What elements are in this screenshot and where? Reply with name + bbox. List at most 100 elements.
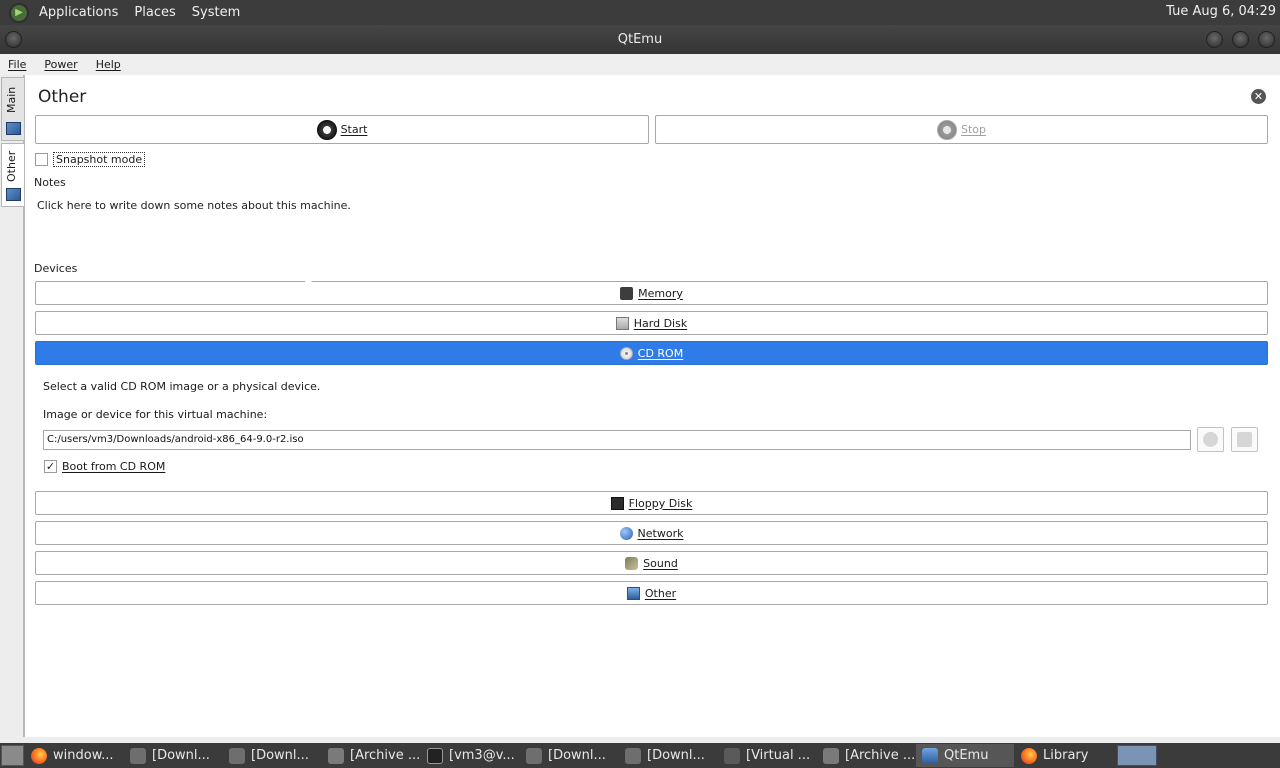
taskbar-item-label: Library <box>1043 748 1089 763</box>
start-label: Start <box>340 123 368 136</box>
places-menu[interactable]: Places <box>134 5 175 20</box>
stop-label: Stop <box>960 123 986 136</box>
system-menu[interactable]: System <box>192 5 240 20</box>
taskbar-item-label: [Downl... <box>251 748 309 763</box>
device-sound-button[interactable]: Sound <box>35 551 1268 575</box>
taskbar-item[interactable]: [Downl... <box>520 744 618 767</box>
taskbar: window... [Downl... [Downl... [Archive .… <box>0 743 1280 768</box>
workspace-switcher[interactable] <box>1117 745 1157 766</box>
tab-main-label: Main <box>5 86 18 114</box>
vm-icon <box>6 122 21 135</box>
qtemu-icon <box>922 747 938 764</box>
minimize-icon[interactable] <box>1206 31 1223 48</box>
close-window-icon[interactable] <box>1258 31 1275 48</box>
taskbar-item-label: [Downl... <box>647 748 705 763</box>
device-floppy-button[interactable]: Floppy Disk <box>35 491 1268 515</box>
taskbar-item-active[interactable]: QtEmu <box>916 744 1014 767</box>
boot-from-cd-checkbox[interactable]: ✓ Boot from CD ROM <box>44 460 165 473</box>
virtualbox-icon <box>724 747 740 764</box>
other-device-icon <box>626 586 640 600</box>
taskbar-item-label: [Archive ... <box>845 748 915 763</box>
snapshot-checkbox-box[interactable] <box>35 153 48 166</box>
cd-rom-info-text: Select a valid CD ROM image or a physica… <box>43 380 321 393</box>
menubar: File Power Help <box>0 54 1280 75</box>
taskbar-item[interactable]: [vm3@v... <box>421 744 519 767</box>
applications-menu[interactable]: Applications <box>39 5 118 20</box>
distro-logo-icon[interactable]: ▶ <box>9 2 29 23</box>
device-cd-rom-button[interactable]: CD ROM <box>35 341 1268 365</box>
close-tab-icon[interactable]: ✕ <box>1251 89 1266 104</box>
maximize-icon[interactable] <box>1232 31 1249 48</box>
sound-icon <box>625 556 639 570</box>
menu-help[interactable]: Help <box>96 58 121 71</box>
taskbar-item[interactable]: [Downl... <box>619 744 717 767</box>
archive-icon <box>823 747 839 764</box>
top-menu: Applications Places System <box>39 5 240 20</box>
page-title: Other <box>38 87 87 107</box>
taskbar-item[interactable]: Library <box>1015 744 1113 767</box>
hard-disk-icon <box>615 316 629 330</box>
cd-drive-icon <box>1203 432 1218 447</box>
taskbar-item-label: QtEmu <box>944 748 989 763</box>
taskbar-item[interactable]: window... <box>25 744 123 767</box>
hard-disk-label: Hard Disk <box>633 316 688 330</box>
start-button[interactable]: Start <box>35 115 649 144</box>
tab-other[interactable]: Other <box>1 143 24 207</box>
notes-heading: Notes <box>34 176 66 189</box>
folder-icon <box>526 747 542 764</box>
floppy-icon <box>610 496 624 510</box>
folder-icon <box>1237 432 1252 447</box>
vm-icon <box>6 188 21 201</box>
taskbar-item[interactable]: [Archive ... <box>817 744 915 767</box>
window-titlebar[interactable]: QtEmu <box>0 25 1280 54</box>
tab-main[interactable]: Main <box>1 77 24 141</box>
use-physical-drive-button[interactable] <box>1197 427 1224 452</box>
memory-label: Memory <box>638 286 683 300</box>
taskbar-item-label: [Virtual ... <box>746 748 811 763</box>
cd-image-path-input[interactable]: C:/users/vm3/Downloads/android-x86_64-9.… <box>43 430 1191 450</box>
boot-from-cd-label: Boot from CD ROM <box>62 460 166 473</box>
sound-label: Sound <box>643 556 678 570</box>
top-panel: ▶ Applications Places System Tue Aug 6, … <box>0 0 1280 25</box>
firefox-icon <box>1021 747 1037 764</box>
folder-icon <box>229 747 245 764</box>
network-globe-icon <box>619 526 633 540</box>
folder-icon <box>130 747 146 764</box>
menu-file[interactable]: File <box>8 58 26 71</box>
snapshot-mode-label: Snapshot mode <box>53 152 146 167</box>
taskbar-item[interactable]: [Archive ... <box>322 744 420 767</box>
devices-heading: Devices <box>34 262 78 275</box>
cd-icon <box>619 346 633 360</box>
boot-checkbox-box[interactable]: ✓ <box>44 460 57 473</box>
cd-image-label: Image or device for this virtual machine… <box>43 408 268 421</box>
taskbar-item[interactable]: [Downl... <box>124 744 222 767</box>
browse-image-button[interactable] <box>1231 427 1258 452</box>
tab-other-label: Other <box>5 150 18 182</box>
device-other-button[interactable]: Other <box>35 581 1268 605</box>
menu-power[interactable]: Power <box>44 58 77 71</box>
taskbar-item-label: [Downl... <box>152 748 210 763</box>
show-desktop-button[interactable] <box>1 745 24 766</box>
stop-button[interactable]: Stop <box>655 115 1268 144</box>
taskbar-item-label: [vm3@v... <box>449 748 515 763</box>
taskbar-item[interactable]: [Downl... <box>223 744 321 767</box>
device-memory-button[interactable]: Memory <box>35 281 1268 305</box>
power-icon <box>316 119 337 140</box>
device-hard-disk-button[interactable]: Hard Disk <box>35 311 1268 335</box>
clock[interactable]: Tue Aug 6, 04:29 <box>1166 4 1276 19</box>
device-network-button[interactable]: Network <box>35 521 1268 545</box>
network-label: Network <box>637 526 684 540</box>
firefox-icon <box>31 747 47 764</box>
archive-icon <box>328 747 344 764</box>
folder-icon <box>625 747 641 764</box>
cd-rom-label: CD ROM <box>637 346 684 360</box>
notes-field[interactable]: Click here to write down some notes abou… <box>37 199 351 212</box>
window-title: QtEmu <box>617 32 663 47</box>
floppy-label: Floppy Disk <box>628 496 693 510</box>
taskbar-item[interactable]: [Virtual ... <box>718 744 816 767</box>
terminal-icon <box>427 747 443 764</box>
side-tab-strip: Main Other <box>0 75 24 737</box>
taskbar-item-label: window... <box>53 748 114 763</box>
snapshot-mode-checkbox[interactable]: Snapshot mode <box>35 152 146 167</box>
other-label: Other <box>644 586 677 600</box>
